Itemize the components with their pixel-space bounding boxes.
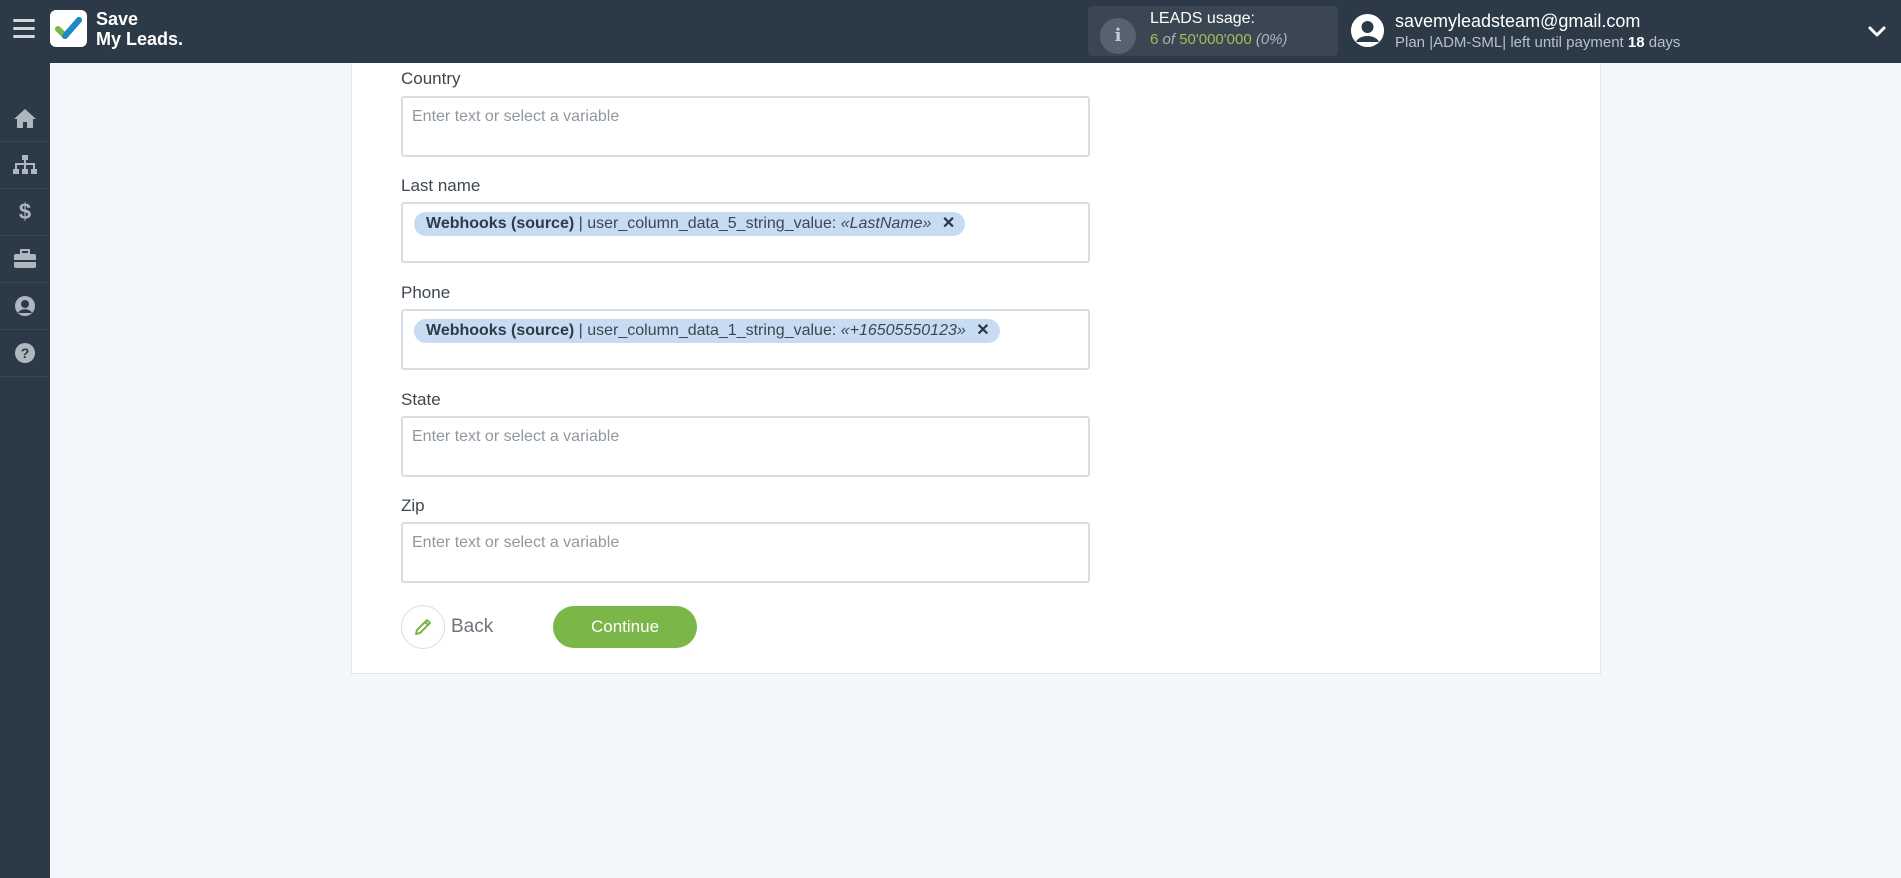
user-email[interactable]: savemyleadsteam@gmail.com — [1395, 11, 1640, 32]
logo-icon — [50, 10, 87, 47]
menu-icon[interactable] — [13, 19, 35, 41]
last-name-input[interactable]: Webhooks (source) | user_column_data_5_s… — [401, 202, 1090, 263]
user-icon — [15, 296, 35, 316]
info-icon: i — [1100, 18, 1136, 54]
usage-count: 6 of 50'000'000 (0%) — [1150, 31, 1288, 48]
sidebar-item-connections[interactable] — [0, 142, 50, 189]
sidebar-item-services[interactable] — [0, 236, 50, 283]
country-placeholder: Enter text or select a variable — [412, 108, 620, 125]
top-bar: Save My Leads. i LEADS usage: 6 of 50'00… — [0, 0, 1901, 63]
logo-line2: My Leads. — [96, 29, 184, 49]
plan-days-unit: days — [1648, 34, 1681, 51]
plan-days: 18 — [1627, 34, 1645, 51]
state-placeholder: Enter text or select a variable — [412, 428, 620, 445]
usage-percent: (0%) — [1255, 31, 1288, 48]
logo-line1: Save — [96, 9, 139, 29]
zip-input[interactable]: Enter text or select a variable — [401, 522, 1090, 583]
field-label-last-name: Last name — [401, 176, 481, 195]
chip-field: | user_column_data_5_string_value: — [578, 215, 837, 232]
briefcase-icon — [14, 249, 36, 268]
chip-value: «+16505550123» — [840, 322, 966, 339]
chip-source: Webhooks (source) — [426, 215, 575, 232]
usage-title: LEADS usage: — [1150, 10, 1255, 27]
remove-chip-icon[interactable]: ✕ — [976, 322, 989, 339]
sidebar-item-billing[interactable]: $ — [0, 189, 50, 236]
dollar-icon: $ — [18, 199, 32, 224]
usage-of: of — [1162, 31, 1176, 48]
field-label-zip: Zip — [401, 496, 425, 515]
usage-limit: 50'000'000 — [1179, 31, 1252, 48]
plan-text: Plan |ADM-SML| left until payment — [1395, 34, 1624, 51]
pencil-icon — [415, 619, 431, 635]
logo-text[interactable]: Save My Leads. — [96, 9, 183, 49]
chip-value: «LastName» — [840, 215, 932, 232]
sidebar-item-help[interactable]: ? — [0, 330, 50, 377]
sidebar-item-home[interactable] — [0, 95, 50, 142]
help-icon: ? — [15, 343, 35, 363]
leads-usage-panel: i LEADS usage: 6 of 50'000'000 (0%) — [1088, 6, 1338, 56]
sidebar: $ ? — [0, 63, 50, 878]
home-icon — [14, 109, 36, 128]
sitemap-icon — [13, 155, 37, 174]
chip-source: Webhooks (source) — [426, 322, 575, 339]
plan-info: Plan |ADM-SML| left until payment 18 day… — [1395, 34, 1680, 51]
svg-text:?: ? — [21, 345, 30, 361]
field-label-phone: Phone — [401, 283, 451, 302]
sidebar-item-profile[interactable] — [0, 283, 50, 330]
phone-input[interactable]: Webhooks (source) | user_column_data_1_s… — [401, 309, 1090, 370]
continue-button[interactable]: Continue — [553, 606, 697, 648]
chip-field: | user_column_data_1_string_value: — [578, 322, 837, 339]
back-button[interactable] — [401, 605, 445, 649]
field-label-country: Country — [401, 69, 461, 88]
variable-chip: Webhooks (source) | user_column_data_5_s… — [414, 212, 966, 236]
remove-chip-icon[interactable]: ✕ — [942, 215, 955, 232]
chevron-down-icon[interactable] — [1866, 20, 1888, 42]
field-label-state: State — [401, 390, 441, 409]
usage-used: 6 — [1150, 31, 1159, 48]
country-input[interactable]: Enter text or select a variable — [401, 96, 1090, 157]
zip-placeholder: Enter text or select a variable — [412, 534, 620, 551]
variable-chip: Webhooks (source) | user_column_data_1_s… — [414, 319, 1000, 343]
state-input[interactable]: Enter text or select a variable — [401, 416, 1090, 477]
avatar[interactable] — [1351, 14, 1384, 47]
back-label[interactable]: Back — [451, 616, 493, 638]
